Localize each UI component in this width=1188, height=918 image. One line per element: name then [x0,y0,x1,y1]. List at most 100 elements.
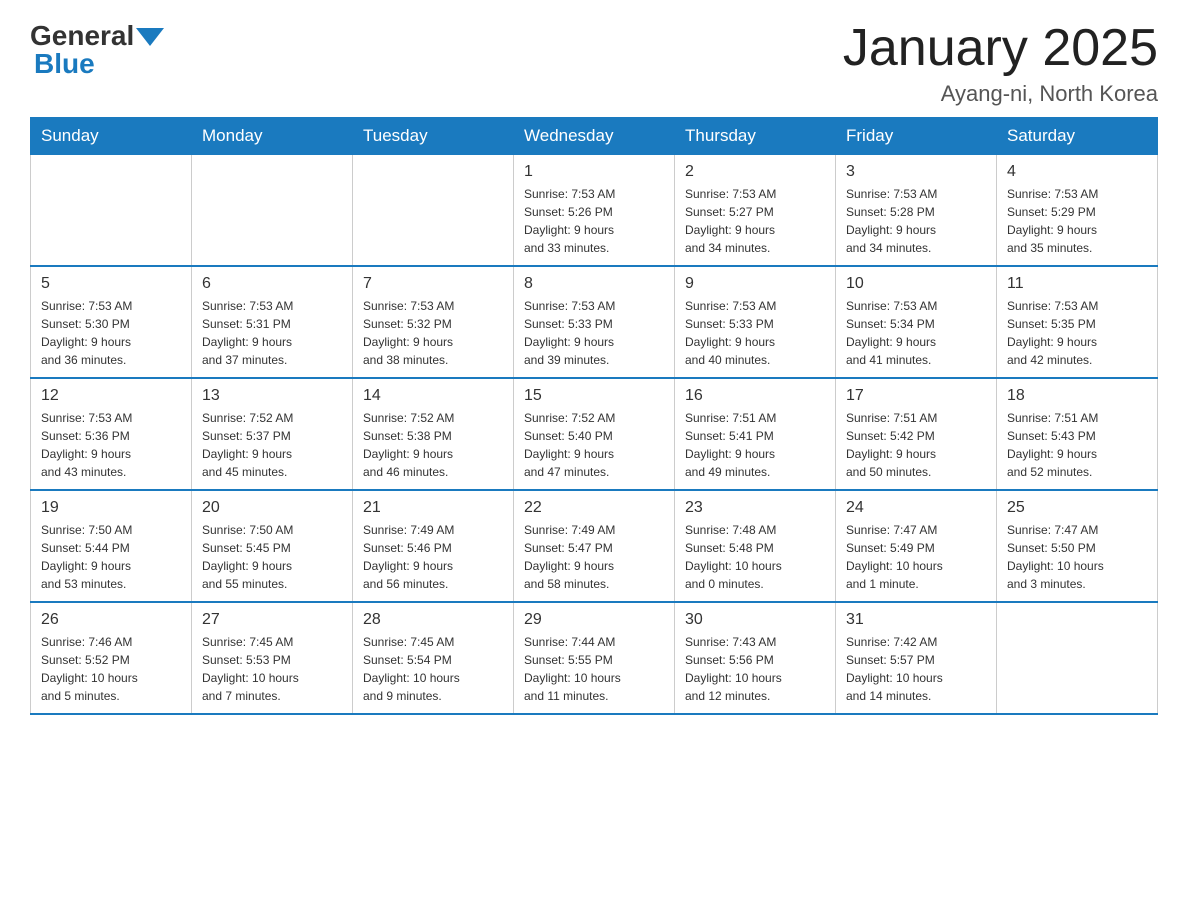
day-info: Sunrise: 7:53 AMSunset: 5:31 PMDaylight:… [202,297,342,369]
day-info: Sunrise: 7:50 AMSunset: 5:44 PMDaylight:… [41,521,181,593]
day-info: Sunrise: 7:53 AMSunset: 5:30 PMDaylight:… [41,297,181,369]
calendar-week-5: 26Sunrise: 7:46 AMSunset: 5:52 PMDayligh… [31,602,1158,714]
day-info: Sunrise: 7:52 AMSunset: 5:40 PMDaylight:… [524,409,664,481]
day-number: 26 [41,611,181,629]
calendar-cell [192,155,353,267]
day-number: 24 [846,499,986,517]
calendar-cell: 21Sunrise: 7:49 AMSunset: 5:46 PMDayligh… [353,490,514,602]
day-number: 22 [524,499,664,517]
day-number: 12 [41,387,181,405]
calendar-cell: 1 Sunrise: 7:53 AMSunset: 5:26 PMDaylight… [514,155,675,267]
day-number: 4 [1007,163,1147,181]
calendar-cell: 5 Sunrise: 7:53 AMSunset: 5:30 PMDaylight… [31,266,192,378]
header-day-monday: Monday [192,118,353,155]
day-number: 10 [846,275,986,293]
calendar-header: SundayMondayTuesdayWednesdayThursdayFrid… [31,118,1158,155]
day-info: Sunrise: 7:51 AMSunset: 5:41 PMDaylight:… [685,409,825,481]
day-number: 25 [1007,499,1147,517]
calendar-cell: 7Sunrise: 7:53 AMSunset: 5:32 PMDaylight… [353,266,514,378]
header-row: SundayMondayTuesdayWednesdayThursdayFrid… [31,118,1158,155]
day-number: 28 [363,611,503,629]
day-info: Sunrise: 7:43 AMSunset: 5:56 PMDaylight:… [685,633,825,705]
calendar-week-3: 12 Sunrise: 7:53 AMSunset: 5:36 PMDayligh… [31,378,1158,490]
calendar-cell: 2 Sunrise: 7:53 AMSunset: 5:27 PMDaylight… [675,155,836,267]
day-number: 5 [41,275,181,293]
calendar-cell: 16Sunrise: 7:51 AMSunset: 5:41 PMDayligh… [675,378,836,490]
day-number: 20 [202,499,342,517]
calendar-cell: 13 Sunrise: 7:52 AMSunset: 5:37 PMDayligh… [192,378,353,490]
day-number: 14 [363,387,503,405]
day-info: Sunrise: 7:52 AMSunset: 5:38 PMDaylight:… [363,409,503,481]
day-number: 2 [685,163,825,181]
day-info: Sunrise: 7:44 AMSunset: 5:55 PMDaylight:… [524,633,664,705]
day-info: Sunrise: 7:53 AMSunset: 5:33 PMDaylight:… [685,297,825,369]
day-number: 9 [685,275,825,293]
day-number: 31 [846,611,986,629]
day-info: Sunrise: 7:53 AMSunset: 5:33 PMDaylight:… [524,297,664,369]
calendar-cell: 15 Sunrise: 7:52 AMSunset: 5:40 PMDayligh… [514,378,675,490]
day-info: Sunrise: 7:50 AMSunset: 5:45 PMDaylight:… [202,521,342,593]
day-info: Sunrise: 7:51 AMSunset: 5:43 PMDaylight:… [1007,409,1147,481]
day-number: 15 [524,387,664,405]
calendar-cell [31,155,192,267]
calendar-cell: 18 Sunrise: 7:51 AMSunset: 5:43 PMDayligh… [997,378,1158,490]
header-day-sunday: Sunday [31,118,192,155]
calendar-cell: 26Sunrise: 7:46 AMSunset: 5:52 PMDayligh… [31,602,192,714]
calendar-cell: 12 Sunrise: 7:53 AMSunset: 5:36 PMDayligh… [31,378,192,490]
day-number: 1 [524,163,664,181]
calendar-cell: 23 Sunrise: 7:48 AMSunset: 5:48 PMDayligh… [675,490,836,602]
calendar-cell: 8Sunrise: 7:53 AMSunset: 5:33 PMDaylight… [514,266,675,378]
day-number: 6 [202,275,342,293]
calendar-week-1: 1 Sunrise: 7:53 AMSunset: 5:26 PMDaylight… [31,155,1158,267]
calendar-cell: 27Sunrise: 7:45 AMSunset: 5:53 PMDayligh… [192,602,353,714]
header-day-tuesday: Tuesday [353,118,514,155]
calendar-table: SundayMondayTuesdayWednesdayThursdayFrid… [30,117,1158,715]
calendar-cell: 17 Sunrise: 7:51 AMSunset: 5:42 PMDayligh… [836,378,997,490]
calendar-cell: 24Sunrise: 7:47 AMSunset: 5:49 PMDayligh… [836,490,997,602]
calendar-cell: 19 Sunrise: 7:50 AMSunset: 5:44 PMDayligh… [31,490,192,602]
day-info: Sunrise: 7:48 AMSunset: 5:48 PMDaylight:… [685,521,825,593]
calendar-cell: 10 Sunrise: 7:53 AMSunset: 5:34 PMDayligh… [836,266,997,378]
day-info: Sunrise: 7:42 AMSunset: 5:57 PMDaylight:… [846,633,986,705]
day-info: Sunrise: 7:53 AMSunset: 5:26 PMDaylight:… [524,185,664,257]
page-header: General Blue January 2025 Ayang-ni, Nort… [30,20,1158,107]
day-info: Sunrise: 7:47 AMSunset: 5:50 PMDaylight:… [1007,521,1147,593]
day-info: Sunrise: 7:53 AMSunset: 5:29 PMDaylight:… [1007,185,1147,257]
calendar-week-2: 5 Sunrise: 7:53 AMSunset: 5:30 PMDaylight… [31,266,1158,378]
day-info: Sunrise: 7:52 AMSunset: 5:37 PMDaylight:… [202,409,342,481]
day-info: Sunrise: 7:49 AMSunset: 5:47 PMDaylight:… [524,521,664,593]
day-number: 11 [1007,275,1147,293]
day-info: Sunrise: 7:53 AMSunset: 5:27 PMDaylight:… [685,185,825,257]
calendar-cell: 20 Sunrise: 7:50 AMSunset: 5:45 PMDayligh… [192,490,353,602]
day-info: Sunrise: 7:45 AMSunset: 5:54 PMDaylight:… [363,633,503,705]
calendar-cell: 9 Sunrise: 7:53 AMSunset: 5:33 PMDaylight… [675,266,836,378]
day-number: 30 [685,611,825,629]
day-number: 23 [685,499,825,517]
calendar-cell [997,602,1158,714]
day-number: 29 [524,611,664,629]
day-number: 3 [846,163,986,181]
day-info: Sunrise: 7:51 AMSunset: 5:42 PMDaylight:… [846,409,986,481]
calendar-title: January 2025 [843,20,1158,77]
calendar-cell: 31 Sunrise: 7:42 AMSunset: 5:57 PMDayligh… [836,602,997,714]
calendar-cell: 4 Sunrise: 7:53 AMSunset: 5:29 PMDaylight… [997,155,1158,267]
header-day-wednesday: Wednesday [514,118,675,155]
calendar-cell: 29 Sunrise: 7:44 AMSunset: 5:55 PMDayligh… [514,602,675,714]
calendar-cell [353,155,514,267]
day-info: Sunrise: 7:49 AMSunset: 5:46 PMDaylight:… [363,521,503,593]
calendar-cell: 22 Sunrise: 7:49 AMSunset: 5:47 PMDayligh… [514,490,675,602]
calendar-cell: 28 Sunrise: 7:45 AMSunset: 5:54 PMDayligh… [353,602,514,714]
day-info: Sunrise: 7:53 AMSunset: 5:36 PMDaylight:… [41,409,181,481]
calendar-cell: 14 Sunrise: 7:52 AMSunset: 5:38 PMDayligh… [353,378,514,490]
day-number: 13 [202,387,342,405]
calendar-week-4: 19 Sunrise: 7:50 AMSunset: 5:44 PMDayligh… [31,490,1158,602]
calendar-cell: 11Sunrise: 7:53 AMSunset: 5:35 PMDayligh… [997,266,1158,378]
calendar-cell: 30 Sunrise: 7:43 AMSunset: 5:56 PMDayligh… [675,602,836,714]
calendar-subtitle: Ayang-ni, North Korea [843,81,1158,107]
day-info: Sunrise: 7:53 AMSunset: 5:34 PMDaylight:… [846,297,986,369]
day-number: 19 [41,499,181,517]
day-info: Sunrise: 7:53 AMSunset: 5:32 PMDaylight:… [363,297,503,369]
day-number: 18 [1007,387,1147,405]
calendar-body: 1 Sunrise: 7:53 AMSunset: 5:26 PMDaylight… [31,155,1158,715]
day-number: 17 [846,387,986,405]
